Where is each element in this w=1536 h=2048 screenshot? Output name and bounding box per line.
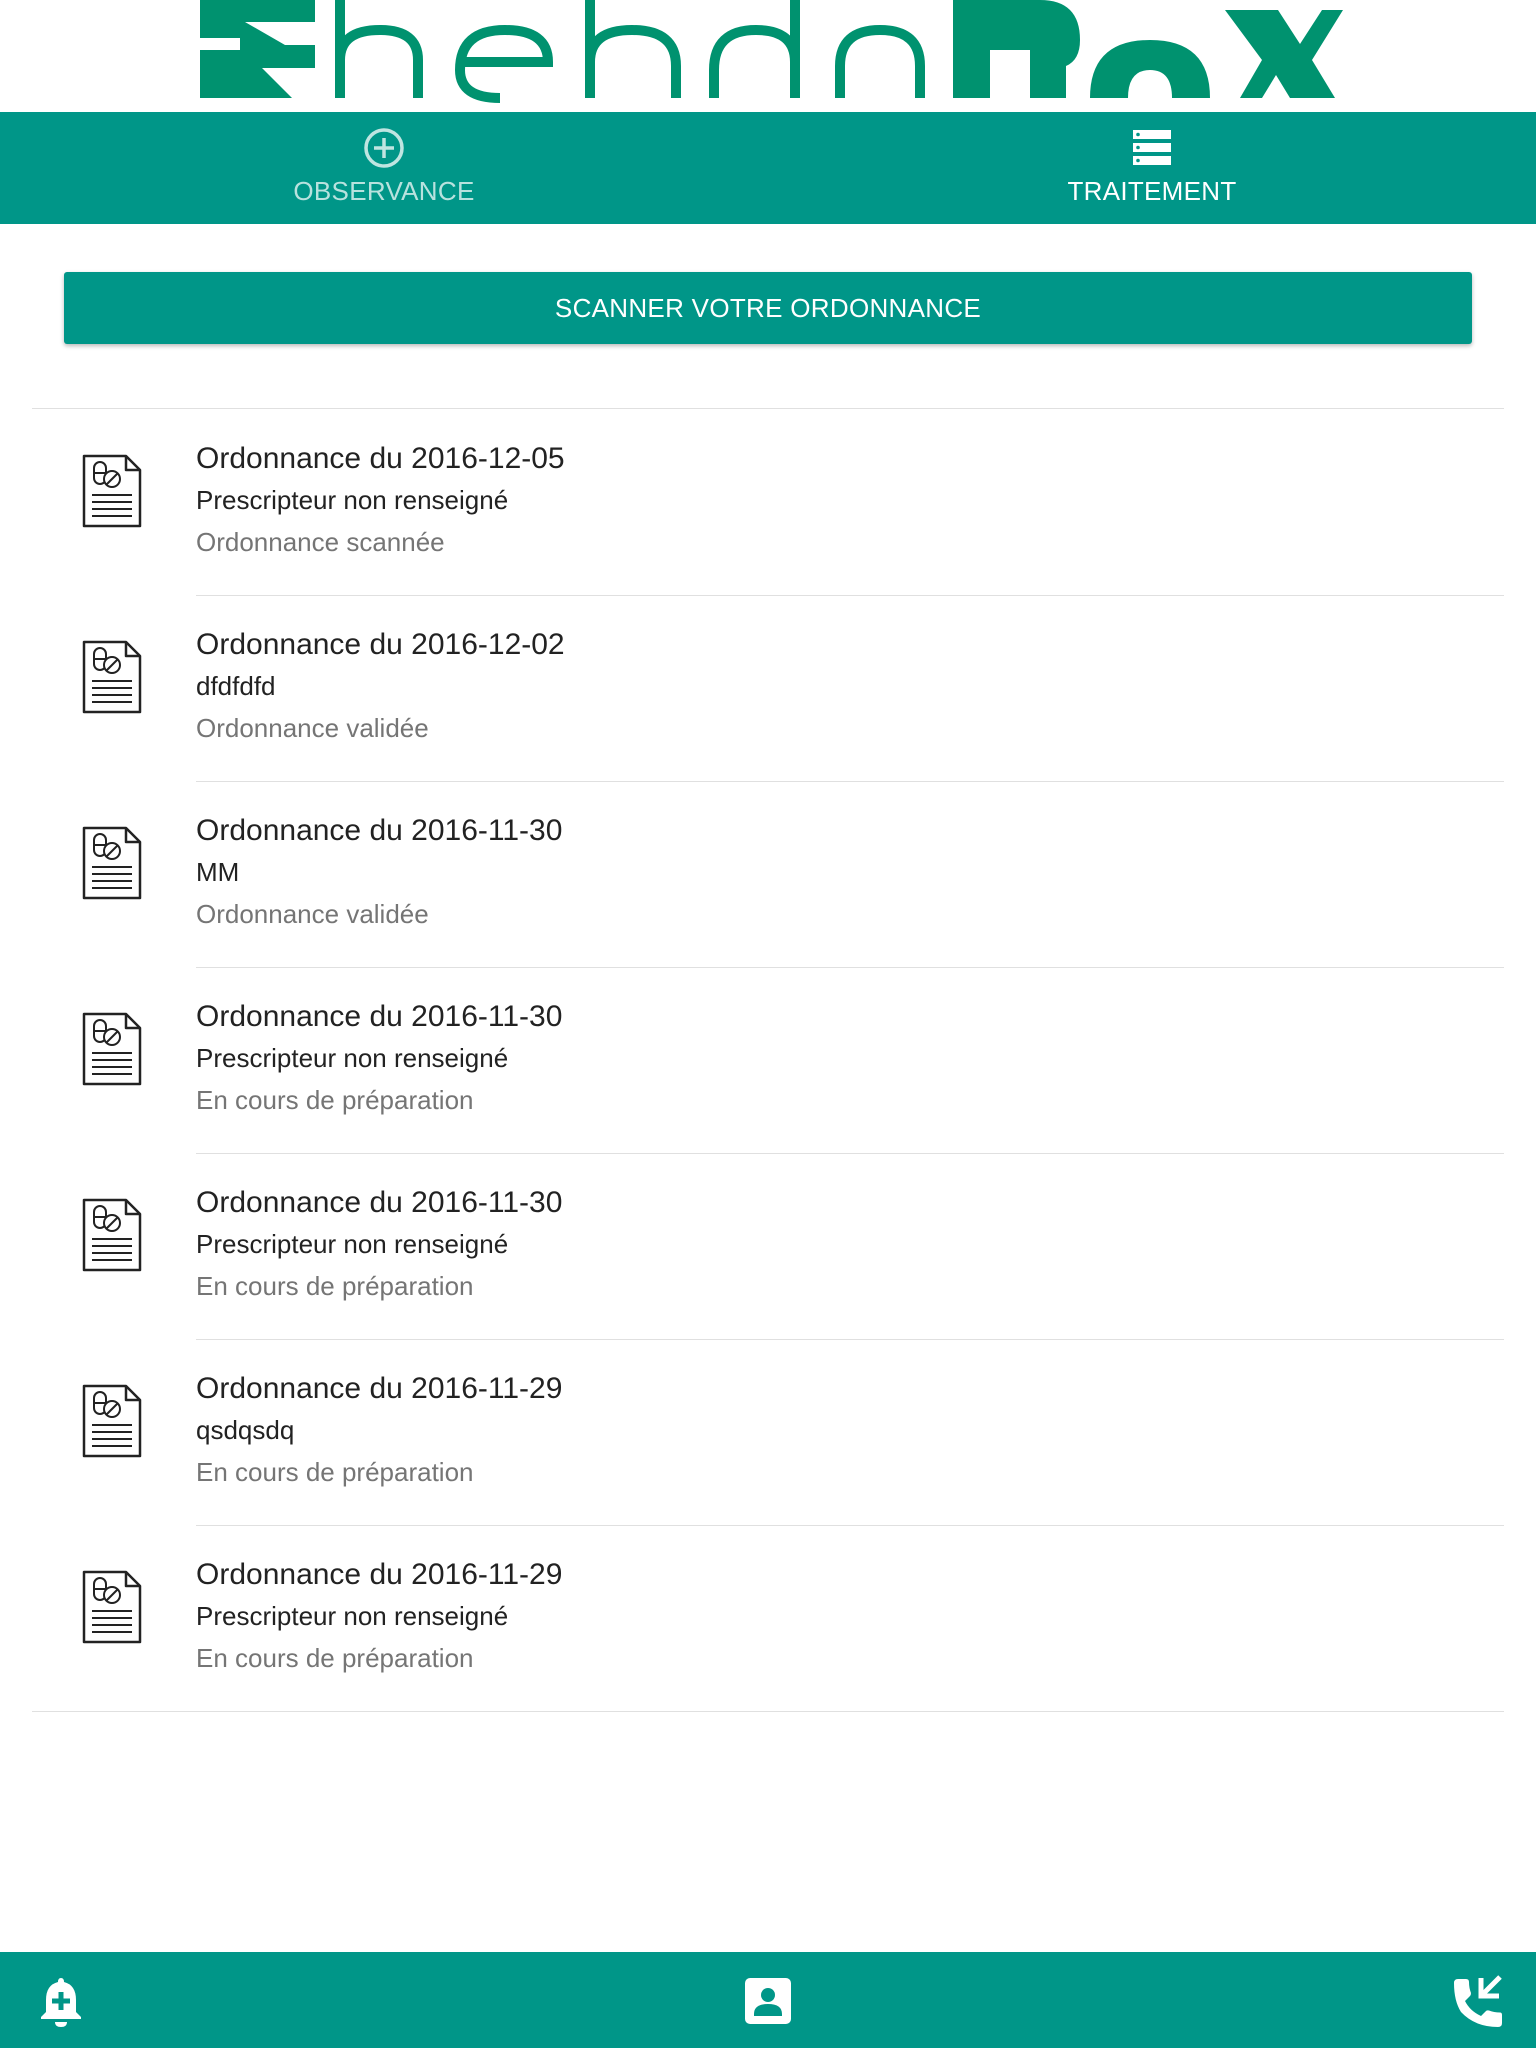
- app: OBSERVANCE TRAITEMENT SCANNER VOTRE ORDO…: [0, 0, 1536, 2048]
- scan-prescription-button[interactable]: SCANNER VOTRE ORDONNANCE: [64, 272, 1472, 344]
- prescription-title: Ordonnance du 2016-11-30: [196, 1186, 563, 1219]
- prescription-status: En cours de préparation: [196, 1271, 474, 1301]
- prescription-title: Ordonnance du 2016-11-29: [196, 1372, 563, 1405]
- prescription-title: Ordonnance du 2016-11-30: [196, 1000, 563, 1033]
- logo-header: [0, 0, 1536, 112]
- list-item-text: Ordonnance du 2016-11-30 Prescripteur no…: [196, 997, 562, 1121]
- list-icon: [1130, 126, 1174, 170]
- list-item-text: Ordonnance du 2016-11-30 MM Ordonnance v…: [196, 811, 562, 935]
- prescription-title: Ordonnance du 2016-12-02: [196, 628, 565, 661]
- list-item-text: Ordonnance du 2016-12-05 Prescripteur no…: [196, 439, 565, 563]
- tab-traitement[interactable]: TRAITEMENT: [768, 112, 1536, 224]
- prescription-status: Ordonnance validée: [196, 713, 429, 743]
- list-item-text: Ordonnance du 2016-11-30 Prescripteur no…: [196, 1183, 562, 1307]
- prescription-document-icon: [82, 640, 142, 714]
- prescriber-name: dfdfdfd: [196, 671, 276, 701]
- prescription-document-icon: [82, 454, 142, 528]
- hebdobox-logo: [200, 0, 1343, 103]
- prescriber-name: Prescripteur non renseigné: [196, 485, 509, 515]
- prescription-status: Ordonnance validée: [196, 899, 429, 929]
- list-item[interactable]: Ordonnance du 2016-11-30 MM Ordonnance v…: [32, 781, 1504, 967]
- list-item-text: Ordonnance du 2016-12-02 dfdfdfd Ordonna…: [196, 625, 565, 749]
- prescription-status: En cours de préparation: [196, 1085, 474, 1115]
- list-item-text: Ordonnance du 2016-11-29 qsdqsdq En cour…: [196, 1369, 562, 1493]
- tab-observance-label: OBSERVANCE: [293, 176, 475, 206]
- list-item[interactable]: Ordonnance du 2016-12-05 Prescripteur no…: [32, 409, 1504, 595]
- prescription-title: Ordonnance du 2016-11-29: [196, 1558, 563, 1591]
- bottom-bar: [0, 1952, 1536, 2048]
- list-item[interactable]: Ordonnance du 2016-11-30 Prescripteur no…: [32, 967, 1504, 1153]
- prescriber-name: MM: [196, 857, 240, 887]
- prescriber-name: Prescripteur non renseigné: [196, 1043, 509, 1073]
- prescription-status: En cours de préparation: [196, 1643, 474, 1673]
- list-item[interactable]: Ordonnance du 2016-11-29 Prescripteur no…: [32, 1525, 1504, 1711]
- prescription-document-icon: [82, 1570, 142, 1644]
- prescriber-name: Prescripteur non renseigné: [196, 1229, 509, 1259]
- contact-card-icon[interactable]: [741, 1974, 795, 2028]
- plus-circle-icon: [362, 126, 406, 170]
- prescription-document-icon: [82, 1012, 142, 1086]
- prescription-document-icon: [82, 1198, 142, 1272]
- prescriber-name: qsdqsdq: [196, 1415, 295, 1445]
- prescriber-name: Prescripteur non renseigné: [196, 1601, 509, 1631]
- medical-bell-icon[interactable]: [34, 1974, 88, 2028]
- list-item[interactable]: Ordonnance du 2016-11-29 qsdqsdq En cour…: [32, 1339, 1504, 1525]
- prescription-document-icon: [82, 826, 142, 900]
- list-item[interactable]: Ordonnance du 2016-12-02 dfdfdfd Ordonna…: [32, 595, 1504, 781]
- prescription-title: Ordonnance du 2016-12-05: [196, 442, 565, 475]
- prescription-status: Ordonnance scannée: [196, 527, 445, 557]
- tab-bar: OBSERVANCE TRAITEMENT: [0, 112, 1536, 224]
- tab-traitement-label: TRAITEMENT: [1067, 176, 1237, 206]
- list-item-text: Ordonnance du 2016-11-29 Prescripteur no…: [196, 1555, 562, 1679]
- tab-observance[interactable]: OBSERVANCE: [0, 112, 768, 224]
- prescription-document-icon: [82, 1384, 142, 1458]
- prescription-status: En cours de préparation: [196, 1457, 474, 1487]
- prescription-title: Ordonnance du 2016-11-30: [196, 814, 563, 847]
- list-item[interactable]: Ordonnance du 2016-11-30 Prescripteur no…: [32, 1153, 1504, 1339]
- phone-icon[interactable]: [1448, 1974, 1502, 2028]
- prescription-list: Ordonnance du 2016-12-05 Prescripteur no…: [32, 408, 1504, 1712]
